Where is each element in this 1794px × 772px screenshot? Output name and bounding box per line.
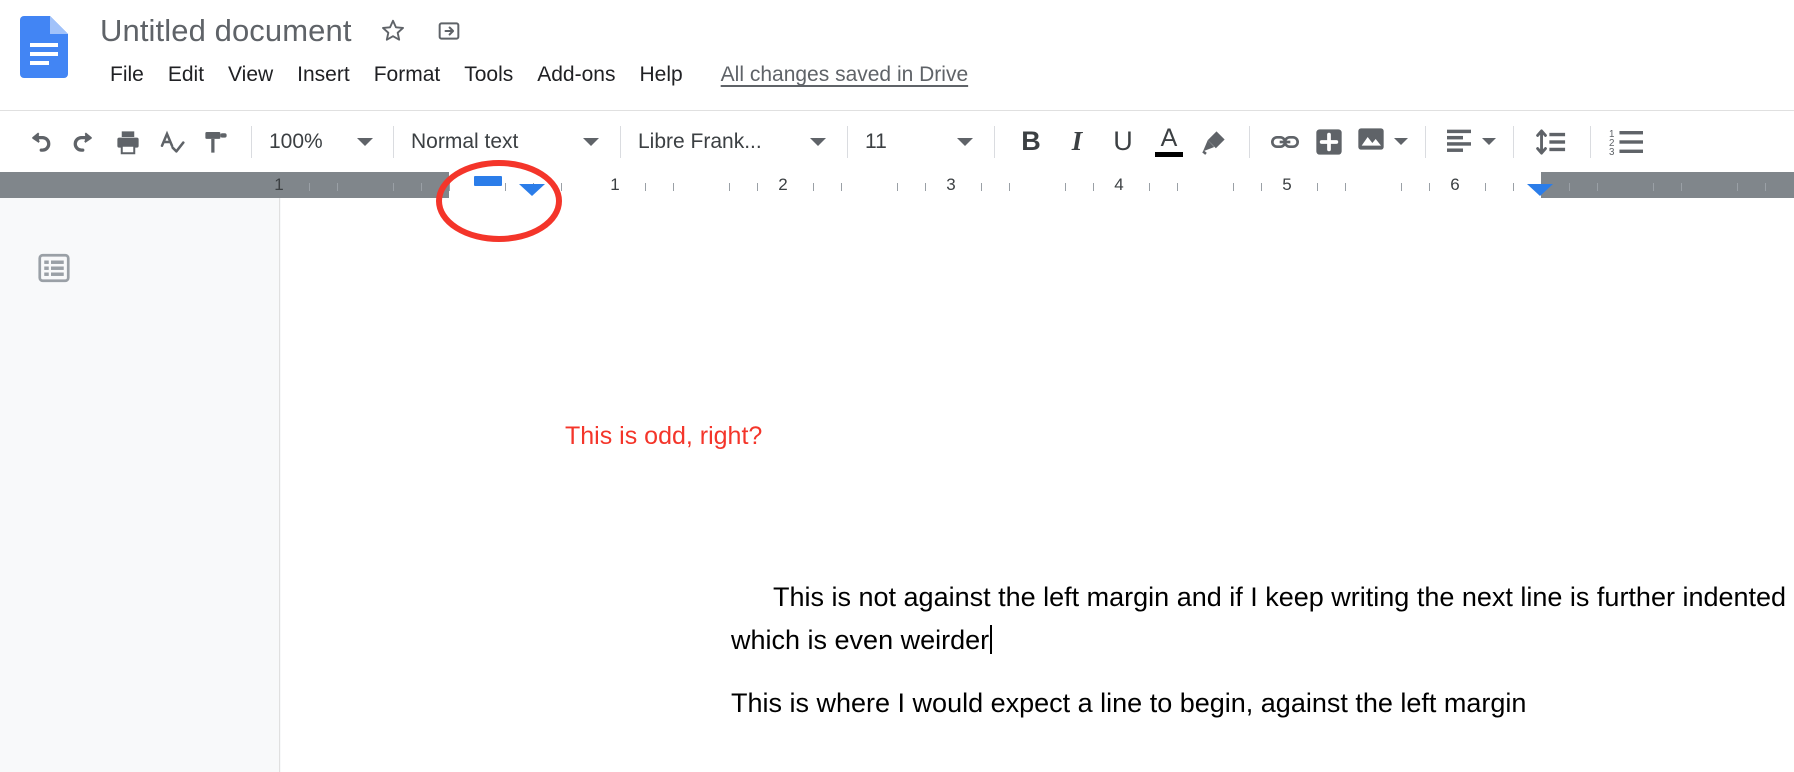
chevron-down-icon [957, 137, 973, 146]
ruler[interactable]: 1 1 2 3 4 5 6 [0, 172, 1794, 292]
zoom-dropdown[interactable]: 100% [265, 122, 380, 162]
ruler-number: 4 [1114, 175, 1124, 194]
chevron-down-icon [357, 137, 373, 146]
chevron-down-icon [810, 137, 826, 146]
menu-item-view[interactable]: View [216, 60, 285, 90]
chevron-down-icon [1394, 138, 1408, 145]
toolbar-divider [1590, 125, 1591, 158]
chevron-down-icon [583, 137, 599, 146]
toolbar-divider [994, 125, 995, 158]
title-row: Untitled document [100, 8, 464, 54]
toolbar-divider [1425, 125, 1426, 158]
save-status[interactable]: All changes saved in Drive [721, 63, 968, 87]
ruler-number: 5 [1282, 175, 1292, 194]
font-family-value: Libre Frank... [638, 129, 762, 153]
svg-text:3: 3 [1609, 147, 1615, 158]
align-left-icon [1443, 123, 1475, 160]
google-docs-window: Untitled document File Edit View Insert … [0, 0, 1794, 772]
insert-image-button[interactable] [1351, 122, 1412, 162]
print-icon[interactable] [106, 120, 150, 164]
toolbar-divider [620, 125, 621, 158]
ruler-number: 3 [946, 175, 956, 194]
document-paragraph[interactable]: This is not against the left margin and … [731, 576, 1794, 662]
numbered-list-icon[interactable]: 1 2 3 [1604, 120, 1648, 164]
text-color-label: A [1160, 124, 1178, 152]
toolbar-divider [251, 125, 252, 158]
font-size-dropdown[interactable]: 11 [861, 122, 981, 162]
text-color-swatch [1155, 152, 1183, 157]
star-icon[interactable] [378, 16, 408, 46]
ruler-number: 1 [610, 175, 620, 194]
toolbar-divider [393, 125, 394, 158]
ruler-number: 6 [1450, 175, 1460, 194]
toolbar-divider [847, 125, 848, 158]
menu-item-file[interactable]: File [98, 60, 156, 90]
font-family-dropdown[interactable]: Libre Frank... [634, 122, 834, 162]
menu-item-help[interactable]: Help [627, 60, 694, 90]
right-indent-marker[interactable] [1527, 184, 1553, 196]
document-outline-icon[interactable] [36, 250, 72, 286]
menu-bar: File Edit View Insert Format Tools Add-o… [98, 58, 968, 92]
redo-icon[interactable] [62, 120, 106, 164]
underline-label: U [1113, 126, 1133, 156]
menu-item-edit[interactable]: Edit [156, 60, 216, 90]
line-spacing-icon[interactable] [1527, 120, 1577, 164]
page-title[interactable]: Untitled document [100, 11, 352, 51]
zoom-value: 100% [269, 129, 323, 153]
formatting-toolbar: 100% Normal text Libre Frank... 11 B I U… [0, 110, 1794, 172]
insert-link-icon[interactable] [1263, 120, 1307, 164]
paint-format-icon[interactable] [194, 120, 238, 164]
insert-image-icon [1355, 123, 1387, 160]
left-indent-marker[interactable] [519, 184, 545, 196]
google-docs-icon[interactable] [20, 16, 68, 78]
annotation-text: This is odd, right? [565, 422, 763, 450]
highlight-pen-icon[interactable] [1192, 120, 1236, 164]
align-dropdown[interactable] [1439, 122, 1500, 162]
spellcheck-icon[interactable] [150, 120, 194, 164]
menu-item-insert[interactable]: Insert [285, 60, 362, 90]
document-paragraph[interactable]: This is where I would expect a line to b… [731, 682, 1794, 725]
undo-icon[interactable] [18, 120, 62, 164]
menu-item-tools[interactable]: Tools [452, 60, 525, 90]
toolbar-divider [1249, 125, 1250, 158]
paragraph-style-value: Normal text [411, 129, 519, 153]
document-page[interactable]: This is not against the left margin and … [281, 198, 1794, 772]
ruler-number: 1 [274, 175, 284, 194]
text-cursor [990, 625, 993, 654]
underline-button[interactable]: U [1100, 120, 1146, 164]
menu-item-addons[interactable]: Add-ons [525, 60, 627, 90]
text-color-button[interactable]: A [1146, 120, 1192, 164]
move-to-folder-icon[interactable] [434, 16, 464, 46]
paragraph-style-dropdown[interactable]: Normal text [407, 122, 607, 162]
document-outline-panel [0, 198, 280, 772]
italic-button[interactable]: I [1054, 120, 1100, 164]
bold-button[interactable]: B [1008, 120, 1054, 164]
add-comment-icon[interactable] [1307, 120, 1351, 164]
menu-item-format[interactable]: Format [362, 60, 453, 90]
header-bar: Untitled document File Edit View Insert … [0, 0, 1794, 110]
ruler-number: 2 [778, 175, 788, 194]
chevron-down-icon [1482, 138, 1496, 145]
workspace: This is not against the left margin and … [0, 198, 1794, 772]
paragraph-1-text: This is not against the left margin and … [731, 582, 1787, 655]
first-line-indent-marker[interactable] [474, 176, 502, 186]
font-size-value: 11 [865, 129, 887, 153]
toolbar-divider [1513, 125, 1514, 158]
